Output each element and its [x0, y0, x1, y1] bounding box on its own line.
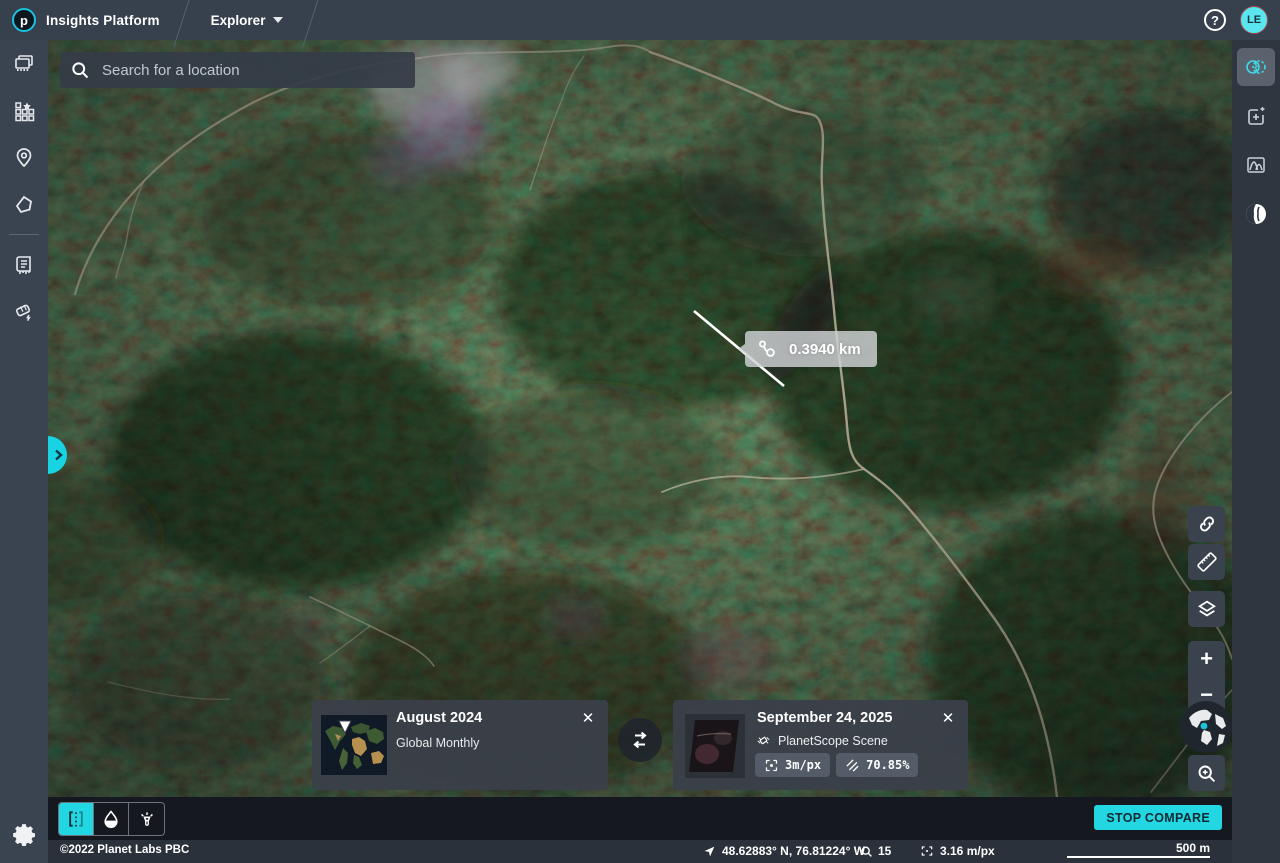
layers-icon [1196, 598, 1218, 620]
satellite-icon [755, 732, 772, 749]
measure-value: 0.3940 km [789, 341, 861, 358]
stop-compare-button[interactable]: STOP COMPARE [1094, 805, 1222, 830]
layers-button[interactable] [1188, 591, 1225, 627]
link-icon [1196, 513, 1218, 535]
bottom-bar: STOP COMPARE [48, 797, 1232, 840]
explorer-menu[interactable]: Explorer [189, 0, 306, 40]
measure-distance-icon [755, 337, 779, 361]
compare-card-basemap[interactable]: August 2024 Global Monthly ✕ [312, 700, 608, 790]
close-icon[interactable]: ✕ [578, 708, 598, 728]
cursor-coordinates: 48.62883° N, 76.81224° W [703, 844, 865, 858]
copyright-text: ©2022 Planet Labs PBC [60, 844, 189, 856]
pixel-resolution-icon [920, 844, 934, 858]
chevron-right-icon [53, 449, 63, 461]
app-title: Insights Platform [46, 13, 160, 28]
compare-scenes-icon[interactable] [0, 40, 48, 87]
measure-tool-button[interactable] [1188, 544, 1225, 580]
help-icon[interactable]: ? [1204, 9, 1226, 31]
compare-mode-toggle [58, 802, 165, 836]
left-card-title: August 2024 [396, 710, 482, 726]
notebook-icon[interactable] [0, 241, 48, 288]
search-input[interactable] [102, 62, 405, 79]
swap-arrows-icon [628, 728, 652, 752]
topbar-separator [303, 0, 321, 47]
top-bar: p Insights Platform Explorer ? LE [0, 0, 1280, 40]
map-canvas[interactable]: 0.3940 km August 2024 Global Monthly ✕ [48, 40, 1232, 797]
swap-compare-button[interactable] [618, 718, 662, 762]
add-scene-icon[interactable] [1237, 97, 1275, 135]
resolution-badge: 3m/px [755, 753, 830, 777]
chevron-down-icon [273, 17, 283, 23]
right-card-title: September 24, 2025 [757, 710, 892, 726]
scene-thumbnail [685, 714, 745, 778]
satellite-imagery [48, 40, 1232, 797]
zoom-level-indicator: 15 [860, 844, 891, 858]
hatch-stripes-icon [845, 758, 860, 773]
close-icon[interactable]: ✕ [938, 708, 958, 728]
left-card-subtitle: Global Monthly [396, 736, 479, 750]
magnifier-icon [860, 845, 873, 858]
resolution-indicator: 3.16 m/px [920, 844, 995, 858]
tag-bolt-icon[interactable] [0, 288, 48, 335]
split-view-button[interactable] [59, 803, 94, 835]
ruler-icon [1196, 551, 1218, 573]
scale-bar [1067, 856, 1210, 858]
spotlight-icon [137, 809, 157, 829]
basemaps-grid-icon[interactable] [0, 87, 48, 134]
spotlight-button[interactable] [129, 803, 164, 835]
map-scale: 500 m [1067, 841, 1210, 858]
location-pin-icon[interactable] [0, 134, 48, 181]
app-logo: p Insights Platform [0, 0, 176, 40]
map-marker-icon [337, 719, 353, 735]
status-bar: ©2022 Planet Labs PBC 48.62883° N, 76.81… [0, 840, 1232, 863]
polygon-aoi-icon[interactable] [0, 181, 48, 228]
compare-card-scene[interactable]: September 24, 2025 PlanetScope Scene 3m/… [673, 700, 968, 790]
share-link-button[interactable] [1188, 506, 1225, 542]
search-bar [60, 52, 415, 88]
right-sidebar [1232, 40, 1280, 863]
cursor-location-icon [703, 845, 716, 858]
planet-logo-icon: p [12, 8, 36, 32]
avatar[interactable]: LE [1240, 6, 1268, 34]
split-view-icon [66, 809, 86, 829]
opacity-drop-icon [101, 809, 121, 829]
globe-view-button[interactable] [1179, 700, 1232, 754]
world-map-thumbnail [321, 715, 387, 775]
compare-circles-icon[interactable] [1237, 48, 1275, 86]
resolution-icon [764, 758, 779, 773]
opacity-drop-button[interactable] [94, 803, 129, 835]
zoom-to-area-button[interactable] [1188, 755, 1225, 791]
histogram-icon[interactable] [1237, 146, 1275, 184]
sidebar-divider [9, 234, 39, 235]
zoom-in-button[interactable]: + [1188, 641, 1225, 677]
contrast-moon-icon[interactable] [1237, 195, 1275, 233]
search-icon [70, 60, 90, 80]
right-card-subtitle: PlanetScope Scene [778, 734, 888, 748]
left-sidebar [0, 40, 48, 863]
scale-label: 500 m [1176, 841, 1210, 855]
measure-tooltip: 0.3940 km [745, 331, 877, 367]
globe-icon [1179, 700, 1232, 754]
explorer-menu-label: Explorer [211, 13, 266, 28]
gear-icon[interactable] [0, 813, 48, 857]
zoom-area-icon [1196, 763, 1217, 784]
cloud-cover-badge: 70.85% [836, 753, 918, 777]
